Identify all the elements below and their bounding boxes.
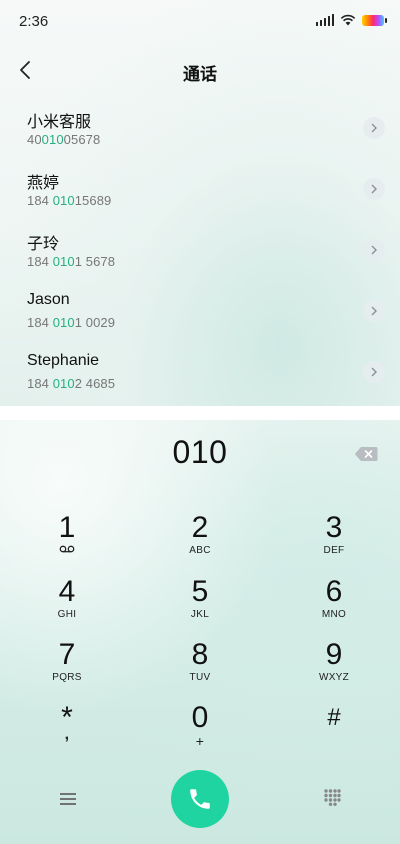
contact-number: 4001005678 (27, 132, 101, 147)
status-bar: 2:36 (0, 0, 400, 44)
key-star[interactable]: * , (17, 702, 117, 764)
status-icons (315, 14, 387, 26)
battery-icon (362, 14, 387, 26)
signal-icon (315, 14, 334, 26)
menu-icon (60, 793, 76, 805)
contact-name: Jason (27, 291, 70, 308)
key-6[interactable]: 6 MNO (284, 576, 384, 638)
contact-name: 小米客服 (27, 114, 92, 131)
key-2[interactable]: 2 ABC (150, 512, 250, 574)
call-button[interactable] (171, 770, 229, 828)
contact-name: Stephanie (27, 352, 100, 369)
key-8[interactable]: 8 TUV (150, 639, 250, 701)
contact-item[interactable]: 子玲 184 0101 5678 (0, 220, 400, 281)
voicemail-icon (17, 545, 117, 557)
phone-icon (190, 789, 210, 809)
contact-detail-button[interactable] (363, 300, 385, 322)
contact-name: 子玲 (27, 236, 60, 253)
contact-detail-button[interactable] (363, 117, 385, 139)
contact-item[interactable]: 小米客服 4001005678 (0, 98, 400, 159)
page-title: 通话 (183, 65, 217, 84)
contact-item[interactable]: Jason 184 0101 0029 (0, 281, 400, 342)
chevron-right-icon (371, 184, 377, 194)
dialer-bottom-bar (0, 770, 400, 830)
status-time: 2:36 (19, 13, 49, 30)
contact-detail-button[interactable] (363, 178, 385, 200)
contact-number: 184 0102 4685 (27, 376, 116, 391)
title-bar: 通话 (0, 44, 400, 96)
menu-button[interactable] (56, 788, 80, 810)
panel-divider (0, 406, 400, 420)
search-results-panel: 2:36 通话 小米客服 4001005678 燕婷 184 01015689 … (0, 0, 400, 406)
contact-name: 燕婷 (27, 175, 60, 192)
key-4[interactable]: 4 GHI (17, 576, 117, 638)
keypad-toggle-button[interactable] (323, 788, 341, 806)
key-9[interactable]: 9 WXYZ (284, 639, 384, 701)
contact-detail-button[interactable] (363, 361, 385, 383)
key-7[interactable]: 7 PQRS (17, 639, 117, 701)
chevron-right-icon (371, 367, 377, 377)
contact-list: 小米客服 4001005678 燕婷 184 01015689 子玲 184 0… (0, 98, 400, 403)
dialer-panel: 010 1 2 ABC 3 DEF 4 GHI 5 JKL 6 MNO 7 PQ… (0, 420, 400, 844)
contact-detail-button[interactable] (363, 239, 385, 261)
chevron-right-icon (371, 123, 377, 133)
contact-item[interactable]: 燕婷 184 01015689 (0, 159, 400, 220)
key-3[interactable]: 3 DEF (284, 512, 384, 574)
contact-item[interactable]: Stephanie 184 0102 4685 (0, 342, 400, 403)
contact-number: 184 01015689 (27, 193, 112, 208)
chevron-right-icon (371, 306, 377, 316)
dial-number-display: 010 (172, 434, 228, 470)
key-0[interactable]: 0 + (150, 702, 250, 764)
backspace-icon (354, 447, 378, 461)
wifi-icon (340, 14, 356, 26)
key-5[interactable]: 5 JKL (150, 576, 250, 638)
dialpad-icon (324, 789, 341, 806)
key-hash[interactable]: # (284, 702, 384, 764)
key-1[interactable]: 1 (17, 512, 117, 574)
contact-number: 184 0101 5678 (27, 254, 116, 269)
backspace-button[interactable] (354, 446, 378, 462)
contact-number: 184 0101 0029 (27, 315, 116, 330)
chevron-right-icon (371, 245, 377, 255)
